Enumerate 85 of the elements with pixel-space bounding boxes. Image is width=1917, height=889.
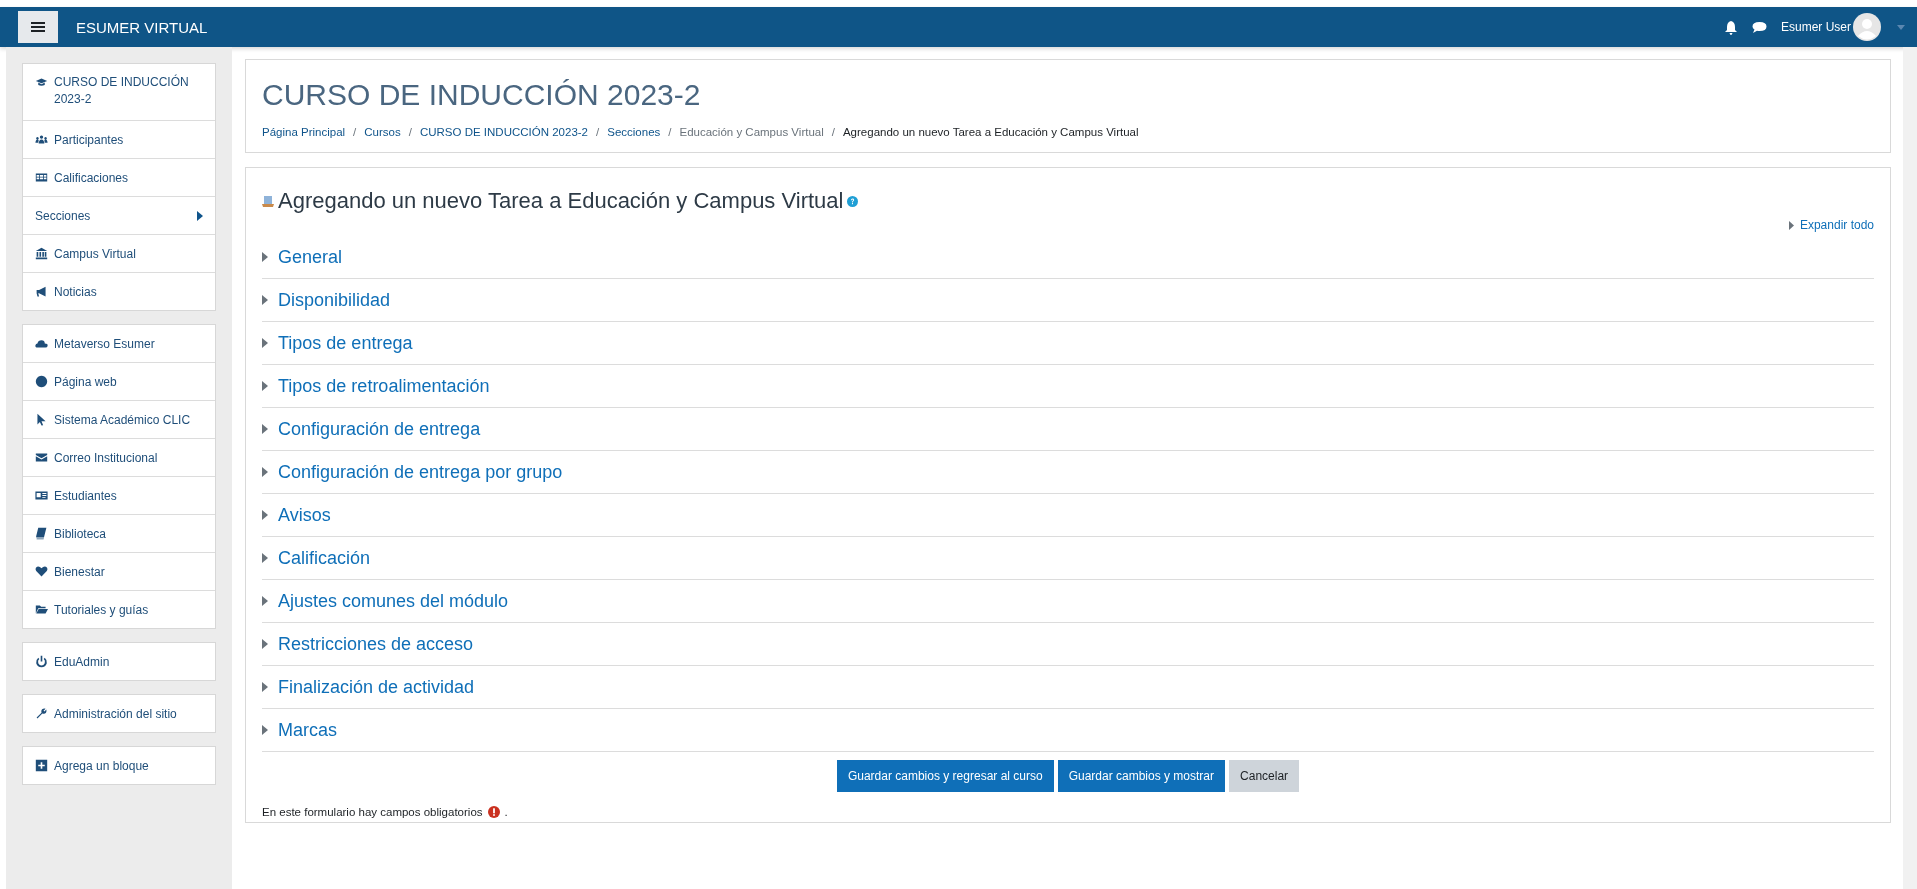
- sidebar-item[interactable]: Calificaciones: [23, 158, 215, 196]
- cancel-button[interactable]: Cancelar: [1229, 760, 1300, 792]
- sidebar-item[interactable]: Correo Institucional: [23, 438, 215, 476]
- sidebar-item[interactable]: Estudiantes: [23, 476, 215, 514]
- section-toggle[interactable]: Finalización de actividad: [262, 676, 475, 698]
- breadcrumb-link[interactable]: CURSO DE INDUCCIÓN 2023-2: [419, 126, 589, 138]
- caret-icon: [262, 381, 268, 391]
- graduation-cap-icon: [35, 76, 48, 89]
- sidebar-item[interactable]: Sistema Académico CLIC: [23, 400, 215, 438]
- caret-icon: [262, 553, 268, 563]
- book-icon: [35, 527, 48, 540]
- bank-icon: [35, 247, 48, 260]
- site-name-link[interactable]: ESUMER VIRTUAL: [76, 18, 208, 36]
- section-toggle[interactable]: Ajustes comunes del módulo: [262, 590, 509, 612]
- sidebar-item[interactable]: Bienestar: [23, 552, 215, 590]
- section-toggle[interactable]: Tipos de retroalimentación: [262, 375, 490, 397]
- section-toggle[interactable]: Calificación: [262, 547, 371, 569]
- section-toggle[interactable]: Avisos: [262, 504, 331, 526]
- caret-icon: [262, 467, 268, 477]
- id-card-icon: [35, 489, 48, 502]
- sidebar-item[interactable]: Campus Virtual: [23, 234, 215, 272]
- sidebar-item[interactable]: Página web: [23, 362, 215, 400]
- chat-bubble-icon[interactable]: [1752, 20, 1767, 34]
- menu-button[interactable]: [18, 11, 58, 43]
- section-toggle[interactable]: Configuración de entrega: [262, 418, 481, 440]
- cloud-icon: [35, 337, 48, 350]
- form-heading: Agregando un nuevo Tarea a Educación y Campus Virtual: [278, 188, 844, 214]
- power-icon: [35, 655, 48, 668]
- sidebar-item[interactable]: Agrega un bloque: [23, 747, 215, 784]
- sidebar-item[interactable]: Metaverso Esumer: [23, 325, 215, 362]
- assignment-icon: [262, 195, 274, 207]
- pointer-icon: [35, 413, 48, 426]
- breadcrumb-link[interactable]: Cursos: [364, 126, 401, 138]
- breadcrumb-separator: /: [353, 126, 357, 138]
- user-avatar-icon[interactable]: [1853, 13, 1881, 41]
- caret-icon: [262, 639, 268, 649]
- breadcrumb-separator: /: [408, 126, 412, 138]
- menu-icon: [31, 21, 45, 33]
- bell-icon[interactable]: [1724, 19, 1738, 35]
- sidebar-item[interactable]: Biblioteca: [23, 514, 215, 552]
- note-period: .: [504, 806, 508, 818]
- section-toggle[interactable]: Marcas: [262, 719, 337, 741]
- caret-icon: [262, 338, 268, 348]
- save-button[interactable]: Guardar cambios y mostrar: [1057, 760, 1226, 792]
- required-fields-note: En este formulario hay campos obligatorios: [262, 806, 483, 818]
- caret-icon: [262, 295, 268, 305]
- caret-icon: [1788, 220, 1794, 230]
- course-title: CURSO DE INDUCCIÓN 2023-2: [262, 78, 702, 112]
- folder-icon: [35, 603, 48, 616]
- sidebar-item[interactable]: Administración del sitio: [23, 695, 215, 732]
- caret-icon: [262, 682, 268, 692]
- breadcrumb-link[interactable]: Educación y Campus Virtual: [679, 126, 824, 138]
- table-icon: [35, 171, 48, 184]
- sidebar-item[interactable]: EduAdmin: [23, 643, 215, 680]
- caret-icon: [262, 510, 268, 520]
- scrollbar-track[interactable]: [1903, 47, 1917, 889]
- users-icon: [35, 133, 48, 146]
- section-toggle[interactable]: Tipos de entrega: [262, 332, 413, 354]
- sidebar-item[interactable]: Noticias: [23, 272, 215, 310]
- breadcrumb-separator: /: [596, 126, 600, 138]
- caret-icon: [262, 424, 268, 434]
- save-button[interactable]: Guardar cambios y regresar al curso: [836, 760, 1054, 792]
- sidebar-item[interactable]: Tutoriales y guías: [23, 590, 215, 628]
- caret-icon: [262, 725, 268, 735]
- breadcrumb-link[interactable]: Página Principal: [262, 126, 346, 138]
- help-icon[interactable]: [847, 195, 859, 207]
- user-name-link[interactable]: Esumer User: [1781, 20, 1851, 34]
- section-toggle[interactable]: Configuración de entrega por grupo: [262, 461, 563, 483]
- wrench-icon: [35, 707, 48, 720]
- megaphone-icon: [35, 285, 48, 298]
- breadcrumb-separator: /: [668, 126, 672, 138]
- section-toggle[interactable]: Disponibilidad: [262, 289, 391, 311]
- section-toggle[interactable]: Restricciones de acceso: [262, 633, 474, 655]
- sidebar-item[interactable]: Secciones: [23, 196, 215, 234]
- caret-icon: [262, 252, 268, 262]
- breadcrumb-link[interactable]: Secciones: [607, 126, 661, 138]
- expand-all-link[interactable]: Expandir todo: [1788, 218, 1874, 232]
- envelope-icon: [35, 451, 48, 464]
- sidebar-item[interactable]: Participantes: [23, 120, 215, 158]
- caret-icon: [262, 596, 268, 606]
- breadcrumb-current: Agregando un nuevo Tarea a Educación y Campus Virtual: [842, 126, 1139, 138]
- sidebar-item[interactable]: CURSO DE INDUCCIÓN 2023-2: [23, 64, 215, 120]
- section-toggle[interactable]: General: [262, 246, 343, 268]
- exclamation-icon: [487, 806, 500, 818]
- breadcrumb-separator: /: [831, 126, 835, 138]
